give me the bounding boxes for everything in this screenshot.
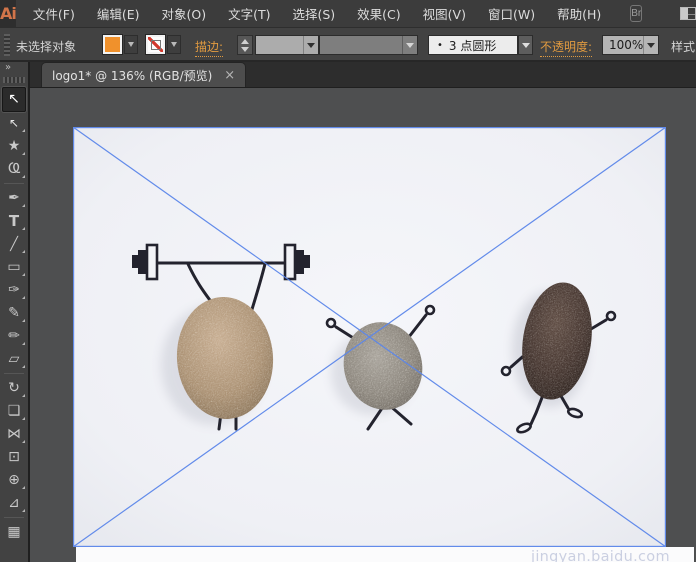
brush-dropdown[interactable] bbox=[518, 35, 533, 55]
chevron-down-icon bbox=[522, 43, 530, 48]
brush-definition-select[interactable]: • 3 点圆形 bbox=[428, 35, 518, 55]
tool-mesh[interactable]: ▦ bbox=[0, 521, 28, 544]
menu-type[interactable]: 文字(T) bbox=[217, 0, 281, 28]
chevron-down-icon bbox=[307, 43, 315, 48]
paintbrush-icon: ✑ bbox=[8, 279, 20, 302]
mesh-icon: ▦ bbox=[7, 521, 20, 544]
tool-rectangle[interactable]: ▭ bbox=[0, 256, 28, 279]
pen-nib-icon: ✒ bbox=[8, 187, 20, 210]
brush-name: 3 点圆形 bbox=[449, 37, 496, 54]
tool-lasso[interactable]: Ҩ bbox=[0, 158, 28, 181]
menu-view[interactable]: 视图(V) bbox=[412, 0, 477, 28]
menu-help[interactable]: 帮助(H) bbox=[546, 0, 612, 28]
watermark-text: jingyan.baidu.com bbox=[531, 549, 696, 562]
tools-divider bbox=[4, 183, 24, 184]
tool-eraser[interactable]: ▱ bbox=[0, 348, 28, 371]
tools-grip-handle[interactable] bbox=[3, 77, 25, 83]
tool-paintbrush[interactable]: ✑ bbox=[0, 279, 28, 302]
tool-line-segment[interactable]: ╱ bbox=[0, 233, 28, 256]
rectangle-icon: ▭ bbox=[7, 256, 20, 279]
pencil-icon: ✎ bbox=[8, 302, 20, 325]
selection-status-text: 未选择对象 bbox=[16, 38, 76, 55]
fill-color-swatch[interactable] bbox=[103, 35, 122, 54]
stroke-panel-link[interactable]: 描边: bbox=[195, 38, 223, 57]
chevron-down-icon bbox=[406, 43, 414, 48]
eraser-icon: ▱ bbox=[9, 348, 20, 371]
menu-bar: Ai 文件(F) 编辑(E) 对象(O) 文字(T) 选择(S) 效果(C) 视… bbox=[0, 0, 696, 28]
tool-type[interactable]: T bbox=[0, 210, 28, 233]
step-up-icon bbox=[241, 39, 249, 44]
dropdown-arrow[interactable] bbox=[643, 36, 658, 54]
tool-scale[interactable]: ❏ bbox=[0, 400, 28, 423]
stroke-weight-stepper[interactable] bbox=[237, 35, 253, 55]
collapse-panel-button[interactable]: » bbox=[0, 62, 28, 75]
menu-select[interactable]: 选择(S) bbox=[281, 0, 346, 28]
stroke-color-swatch[interactable] bbox=[146, 35, 165, 54]
control-bar: 未选择对象 描边: • 3 点圆形 不透明度: 100% 样式 bbox=[0, 28, 696, 62]
brush-preview-dot: • bbox=[437, 40, 443, 51]
tool-selection[interactable]: ↖ bbox=[2, 87, 26, 112]
chevron-down-icon bbox=[647, 43, 655, 48]
document-tab-strip: logo1* @ 136% (RGB/预览) × bbox=[30, 62, 696, 88]
opacity-panel-link[interactable]: 不透明度: bbox=[540, 38, 592, 57]
menu-edit[interactable]: 编辑(E) bbox=[86, 0, 151, 28]
tool-pencil[interactable]: ✎ bbox=[0, 302, 28, 325]
variable-width-select[interactable] bbox=[319, 35, 418, 55]
workspace-switcher[interactable] bbox=[680, 7, 696, 20]
menu-effect[interactable]: 效果(C) bbox=[346, 0, 411, 28]
canvas-pasteboard[interactable]: jingyan.baidu.com bbox=[30, 88, 696, 562]
placed-photo-pebble-characters[interactable] bbox=[73, 127, 666, 547]
shape-builder-icon: ⊕ bbox=[8, 469, 20, 492]
fill-color-dropdown[interactable] bbox=[124, 35, 138, 54]
workspace-layout-icon bbox=[680, 7, 696, 20]
tools-panel: » ↖ ↖ ★ Ҩ ✒ T ╱ ▭ ✑ ✎ ✏ ▱ ↻ ❏ ⋈ ⊡ ⊕ ⊿ ▦ bbox=[0, 62, 30, 562]
tool-magic-wand[interactable]: ★ bbox=[0, 135, 28, 158]
menu-items: 文件(F) 编辑(E) 对象(O) 文字(T) 选择(S) 效果(C) 视图(V… bbox=[22, 0, 612, 28]
panel-grip-handle[interactable] bbox=[4, 34, 10, 56]
opacity-select[interactable]: 100% bbox=[602, 35, 659, 55]
tool-blob-brush[interactable]: ✏ bbox=[0, 325, 28, 348]
selection-arrow-icon: ↖ bbox=[8, 87, 20, 112]
tool-shape-builder[interactable]: ⊕ bbox=[0, 469, 28, 492]
menu-object[interactable]: 对象(O) bbox=[150, 0, 217, 28]
stroke-weight-select[interactable] bbox=[255, 35, 319, 55]
opacity-value: 100% bbox=[609, 38, 643, 52]
dropdown-arrow[interactable] bbox=[402, 36, 417, 54]
dropdown-arrow[interactable] bbox=[303, 36, 318, 54]
direct-selection-arrow-icon: ↖ bbox=[9, 112, 19, 135]
menu-window[interactable]: 窗口(W) bbox=[477, 0, 546, 28]
lasso-icon: Ҩ bbox=[8, 158, 20, 181]
style-label: 样式 bbox=[671, 38, 695, 55]
tool-pen[interactable]: ✒ bbox=[0, 187, 28, 210]
tools-divider bbox=[4, 373, 24, 374]
tool-free-transform[interactable]: ⊡ bbox=[0, 446, 28, 469]
chevron-down-icon bbox=[128, 42, 134, 47]
width-tool-icon: ⋈ bbox=[7, 423, 21, 446]
app-logo-icon: Ai bbox=[0, 0, 16, 28]
line-icon: ╱ bbox=[10, 233, 18, 256]
free-transform-icon: ⊡ bbox=[8, 446, 20, 469]
tool-width[interactable]: ⋈ bbox=[0, 423, 28, 446]
illustrator-window: Ai 文件(F) 编辑(E) 对象(O) 文字(T) 选择(S) 效果(C) 视… bbox=[0, 0, 696, 562]
tool-rotate[interactable]: ↻ bbox=[0, 377, 28, 400]
tool-perspective-grid[interactable]: ⊿ bbox=[0, 492, 28, 515]
chevron-down-icon bbox=[171, 42, 177, 47]
rotate-icon: ↻ bbox=[8, 377, 20, 400]
document-title: logo1* @ 136% (RGB/预览) bbox=[52, 67, 212, 84]
step-down-icon bbox=[241, 47, 249, 52]
bridge-button[interactable]: Br bbox=[630, 5, 642, 22]
close-tab-icon[interactable]: × bbox=[224, 69, 235, 82]
scale-icon: ❏ bbox=[8, 400, 21, 423]
blob-brush-icon: ✏ bbox=[8, 325, 20, 348]
menu-file[interactable]: 文件(F) bbox=[22, 0, 86, 28]
stroke-color-dropdown[interactable] bbox=[167, 35, 181, 54]
tool-direct-selection[interactable]: ↖ bbox=[0, 112, 28, 135]
magic-wand-icon: ★ bbox=[8, 135, 21, 158]
document-tab[interactable]: logo1* @ 136% (RGB/预览) × bbox=[41, 62, 246, 87]
tools-divider bbox=[4, 517, 24, 518]
perspective-grid-icon: ⊿ bbox=[8, 492, 20, 515]
type-icon: T bbox=[9, 210, 19, 233]
